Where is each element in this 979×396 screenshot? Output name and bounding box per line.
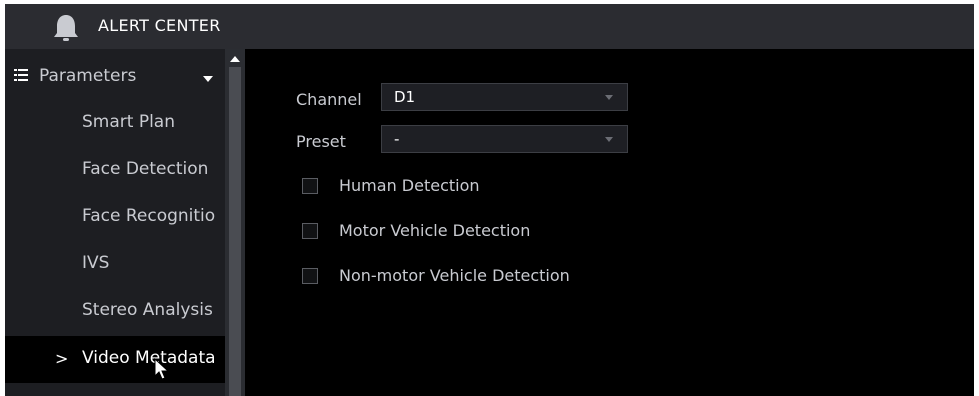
sidebar-item-video-metadata[interactable]: > Video Metadata xyxy=(5,336,225,383)
title-bar: ALERT CENTER xyxy=(5,4,974,49)
sidebar-item-label: Video Metadata xyxy=(82,348,216,368)
list-icon xyxy=(14,69,28,81)
page-title: ALERT CENTER xyxy=(98,16,221,35)
main-content: Channel D1 Preset - Human Detection Moto… xyxy=(245,49,974,396)
sidebar-item-label: Face Recognitio xyxy=(82,206,216,226)
preset-value: - xyxy=(394,130,400,148)
bell-icon xyxy=(54,15,78,41)
sidebar-scrollbar[interactable] xyxy=(225,49,245,396)
non-motor-vehicle-detection-option[interactable]: Non-motor Vehicle Detection xyxy=(302,265,642,289)
caret-down-icon xyxy=(203,76,213,82)
motor-vehicle-detection-option[interactable]: Motor Vehicle Detection xyxy=(302,220,602,244)
sidebar-item-label: Face Detection xyxy=(82,159,209,179)
human-detection-option[interactable]: Human Detection xyxy=(302,175,602,199)
dropdown-arrow-icon xyxy=(605,137,613,142)
human-detection-label: Human Detection xyxy=(339,176,480,195)
sidebar-item-face-detection[interactable]: Face Detection xyxy=(5,147,225,194)
sidebar-item-smart-plan[interactable]: Smart Plan xyxy=(5,100,225,147)
chevron-right-icon: > xyxy=(55,349,69,368)
motor-vehicle-detection-label: Motor Vehicle Detection xyxy=(339,221,531,240)
mouse-cursor-icon xyxy=(154,358,170,380)
channel-select[interactable]: D1 xyxy=(381,83,628,111)
channel-label: Channel xyxy=(296,90,362,109)
scrollbar-thumb[interactable] xyxy=(229,67,241,396)
non-motor-vehicle-detection-label: Non-motor Vehicle Detection xyxy=(339,266,570,285)
sidebar-item-label: Stereo Analysis xyxy=(82,300,213,320)
sidebar-item-label: Smart Plan xyxy=(82,112,175,132)
sidebar-item-face-recognition[interactable]: Face Recognitio xyxy=(5,194,225,241)
app-window: ALERT CENTER Parameters Smart Plan Face … xyxy=(5,4,974,396)
dropdown-arrow-icon xyxy=(605,95,613,100)
sidebar-item-stereo-analysis[interactable]: Stereo Analysis xyxy=(5,288,225,335)
sidebar-group-label: Parameters xyxy=(39,66,137,86)
sidebar-item-ivs[interactable]: IVS xyxy=(5,241,225,288)
sidebar-group-parameters[interactable]: Parameters xyxy=(5,59,225,93)
preset-label: Preset xyxy=(296,132,346,151)
sidebar: Parameters Smart Plan Face Detection Fac… xyxy=(5,49,245,396)
motor-vehicle-detection-checkbox[interactable] xyxy=(302,223,318,239)
non-motor-vehicle-detection-checkbox[interactable] xyxy=(302,268,318,284)
sidebar-item-label: IVS xyxy=(82,253,110,273)
preset-select[interactable]: - xyxy=(381,125,628,153)
human-detection-checkbox[interactable] xyxy=(302,178,318,194)
channel-value: D1 xyxy=(394,88,416,106)
scroll-up-icon[interactable] xyxy=(230,56,240,62)
